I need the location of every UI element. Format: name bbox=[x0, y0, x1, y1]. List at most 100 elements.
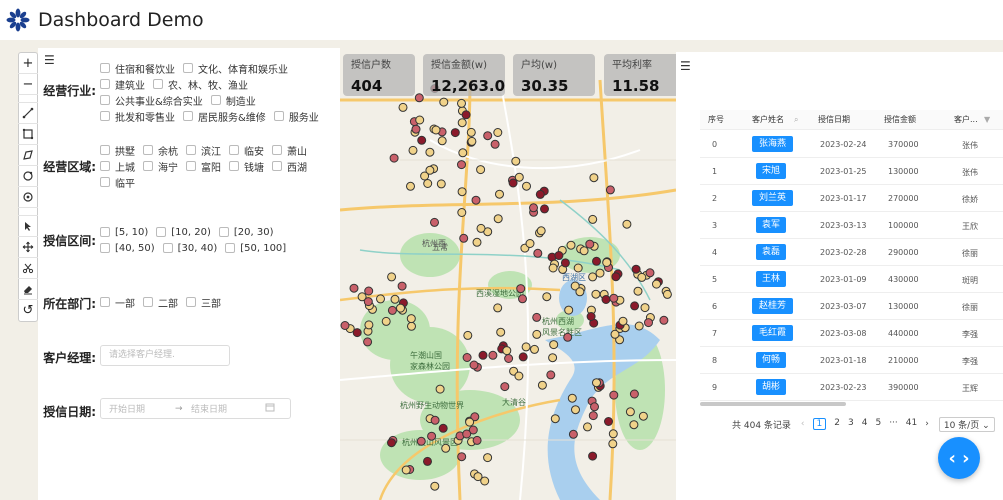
map-marker[interactable] bbox=[630, 301, 640, 311]
prev-page-button[interactable]: ‹ bbox=[801, 419, 805, 429]
next-page-button[interactable]: › bbox=[925, 419, 929, 429]
map-marker[interactable] bbox=[644, 318, 653, 328]
move-icon[interactable] bbox=[18, 237, 38, 258]
region-option[interactable]: 上城 bbox=[100, 158, 135, 174]
map-marker[interactable] bbox=[573, 263, 583, 273]
map-marker[interactable] bbox=[585, 239, 595, 249]
map-marker[interactable] bbox=[521, 342, 531, 352]
map-marker[interactable] bbox=[530, 344, 539, 354]
table-row[interactable]: 9 2023-02-23 390000 王辉 胡彬 bbox=[700, 374, 1003, 401]
map-marker[interactable] bbox=[634, 321, 644, 331]
checkbox[interactable] bbox=[100, 297, 110, 307]
checkbox[interactable] bbox=[229, 145, 239, 155]
map-marker[interactable] bbox=[430, 415, 440, 425]
map-marker[interactable] bbox=[387, 272, 397, 282]
map-marker[interactable] bbox=[480, 476, 490, 486]
customer-name-button[interactable]: 张海燕 bbox=[752, 136, 793, 152]
checkbox[interactable] bbox=[100, 145, 110, 155]
draw-polygon-icon[interactable] bbox=[18, 145, 38, 166]
department-option[interactable]: 一部 bbox=[100, 294, 135, 310]
zoom-in-button[interactable]: + bbox=[18, 53, 38, 74]
map-marker[interactable] bbox=[437, 136, 447, 146]
map-marker[interactable] bbox=[493, 303, 503, 313]
draw-line-icon[interactable] bbox=[18, 103, 38, 124]
checkbox[interactable] bbox=[100, 111, 110, 121]
map-marker[interactable] bbox=[571, 405, 580, 415]
map-marker[interactable] bbox=[516, 284, 526, 294]
map-marker[interactable] bbox=[504, 354, 514, 363]
map-marker[interactable] bbox=[525, 239, 535, 248]
map-marker[interactable] bbox=[548, 353, 558, 363]
map-marker[interactable] bbox=[406, 314, 416, 324]
map-marker[interactable] bbox=[608, 429, 618, 439]
map-marker[interactable] bbox=[518, 294, 527, 304]
map-marker[interactable] bbox=[575, 287, 585, 297]
checkbox[interactable] bbox=[272, 161, 282, 171]
checkbox[interactable] bbox=[100, 63, 110, 73]
map-marker[interactable] bbox=[381, 316, 391, 326]
map-marker[interactable] bbox=[546, 370, 556, 380]
page-size-select[interactable]: 10 条/页 ⌄ bbox=[938, 416, 995, 432]
map-marker[interactable] bbox=[450, 128, 460, 138]
map-marker[interactable] bbox=[364, 286, 374, 296]
start-date-input[interactable]: 开始日期 bbox=[109, 402, 175, 415]
checkbox[interactable] bbox=[100, 177, 110, 187]
region-option[interactable]: 临平 bbox=[100, 174, 135, 190]
map-marker[interactable] bbox=[508, 178, 518, 188]
region-option[interactable]: 海宁 bbox=[143, 158, 178, 174]
table-row[interactable]: 1 2023-01-25 130000 张伟 宋旭 bbox=[700, 158, 1003, 185]
map-marker[interactable] bbox=[605, 185, 615, 195]
map-marker[interactable] bbox=[588, 272, 598, 282]
checkbox[interactable] bbox=[100, 79, 110, 89]
map-marker[interactable] bbox=[618, 316, 628, 326]
credit-range-option[interactable]: [10, 20) bbox=[156, 224, 211, 240]
checkbox[interactable] bbox=[143, 297, 153, 307]
col-amount[interactable]: 授信金额 bbox=[884, 114, 916, 125]
map-marker[interactable] bbox=[522, 181, 531, 191]
map-marker[interactable] bbox=[411, 124, 421, 134]
checkbox[interactable] bbox=[100, 227, 110, 237]
checkbox[interactable] bbox=[218, 227, 229, 237]
region-option[interactable]: 拱墅 bbox=[100, 142, 135, 158]
map-marker[interactable] bbox=[436, 179, 446, 189]
map-marker[interactable] bbox=[483, 131, 493, 141]
map-marker[interactable] bbox=[457, 208, 467, 217]
map-marker[interactable] bbox=[549, 340, 559, 350]
map-marker[interactable] bbox=[602, 258, 612, 267]
map-marker[interactable] bbox=[363, 297, 373, 307]
map-marker[interactable] bbox=[423, 179, 433, 188]
map-marker[interactable] bbox=[511, 156, 521, 166]
checkbox[interactable] bbox=[100, 95, 110, 105]
eraser-icon[interactable] bbox=[18, 279, 38, 300]
zoom-out-button[interactable]: − bbox=[18, 74, 38, 95]
draw-rectangle-icon[interactable] bbox=[18, 124, 38, 145]
map-marker[interactable] bbox=[622, 219, 632, 229]
map-marker[interactable] bbox=[633, 286, 643, 296]
map-marker[interactable] bbox=[407, 321, 416, 331]
map-marker[interactable] bbox=[659, 315, 669, 325]
col-manager[interactable]: 客户... bbox=[954, 114, 978, 125]
filter-panel-toggle-icon[interactable]: ☰ bbox=[44, 53, 55, 67]
map-marker[interactable] bbox=[457, 160, 466, 170]
map-marker[interactable] bbox=[568, 429, 578, 439]
map-marker[interactable] bbox=[401, 465, 411, 475]
map-marker[interactable] bbox=[631, 264, 641, 274]
industry-option[interactable]: 住宿和餐饮业 bbox=[100, 60, 175, 76]
map-marker[interactable] bbox=[462, 429, 472, 439]
map-marker[interactable] bbox=[604, 417, 613, 426]
customer-name-button[interactable]: 胡彬 bbox=[756, 379, 786, 395]
customer-name-button[interactable]: 王林 bbox=[756, 271, 786, 287]
map-marker[interactable] bbox=[550, 414, 560, 424]
checkbox[interactable] bbox=[100, 243, 110, 253]
map-marker[interactable] bbox=[406, 181, 415, 191]
credit-range-option[interactable]: [20, 30) bbox=[218, 224, 273, 240]
map-marker[interactable] bbox=[542, 292, 552, 302]
customer-name-button[interactable]: 何畅 bbox=[756, 352, 786, 368]
map-marker[interactable] bbox=[435, 384, 445, 394]
col-name[interactable]: 客户姓名 bbox=[752, 114, 784, 125]
table-row[interactable]: 0 2023-02-24 370000 张伟 张海燕 bbox=[700, 131, 1003, 158]
map-marker[interactable] bbox=[609, 293, 619, 303]
map-marker[interactable] bbox=[425, 147, 435, 157]
calendar-icon[interactable] bbox=[265, 402, 275, 415]
map-marker[interactable] bbox=[532, 329, 542, 339]
